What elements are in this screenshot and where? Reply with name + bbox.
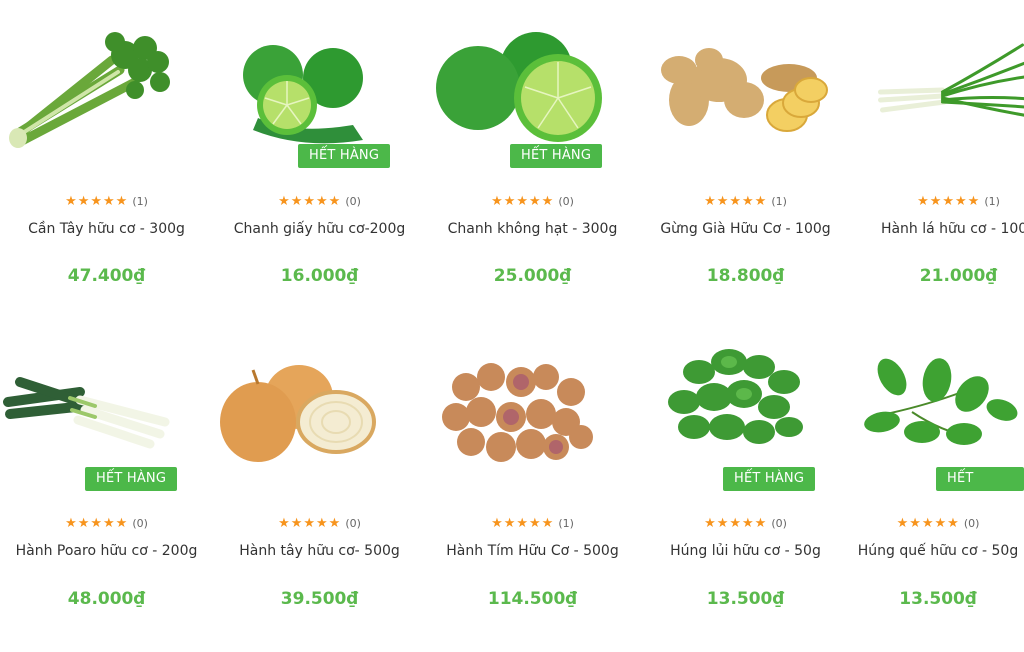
product-price: 25.000₫ — [493, 266, 572, 286]
lime-image[interactable]: HẾT HÀNG — [213, 0, 426, 180]
star-rating-icon: ★★★★★ — [278, 194, 342, 209]
review-count: (0) — [132, 517, 148, 530]
product-card[interactable]: HẾT HÀNG ★★★★★ (0) Chanh không hạt - 300g… — [426, 0, 639, 322]
product-card[interactable]: HẾT HÀNG ★★★★★ (0) Húng quế hữu cơ - 50g … — [852, 322, 1024, 644]
product-card[interactable]: HẾT HÀNG ★★★★★ (0) Chanh giấy hữu cơ-200g… — [213, 0, 426, 322]
product-name[interactable]: Hành lá hữu cơ - 100g — [862, 220, 1024, 238]
product-price: 13.500₫ — [899, 589, 977, 609]
star-rating-icon: ★★★★★ — [65, 194, 129, 209]
product-card[interactable]: ★★★★★ (0) Hành tây hữu cơ- 500g 39.500₫ — [213, 322, 426, 644]
review-count: (0) — [963, 517, 980, 530]
rating: ★★★★★ (1) — [0, 194, 213, 209]
product-card[interactable]: HẾT HÀNG ★★★★★ (0) Hành Poaro hữu cơ - 20… — [0, 322, 213, 644]
celery-image[interactable] — [0, 0, 213, 180]
review-count: (0) — [771, 517, 787, 530]
sold-out-badge: HẾT HÀNG — [298, 144, 391, 168]
star-rating-icon: ★★★★★ — [491, 516, 555, 531]
product-price: 13.500₫ — [706, 589, 785, 609]
product-card[interactable]: ★★★★★ (1) Hành Tím Hữu Cơ - 500g 114.500₫ — [426, 322, 639, 644]
rating: ★★★★★ (1) — [852, 194, 1024, 209]
product-name[interactable]: Hành Poaro hữu cơ - 200g — [10, 542, 203, 560]
product-card[interactable]: ★★★★★ (1) Hành lá hữu cơ - 100g 21.000₫ — [852, 0, 1024, 322]
mint-image[interactable]: HẾT HÀNG — [639, 322, 852, 502]
sold-out-badge: HẾT HÀNG — [85, 467, 178, 491]
rating: ★★★★★ (0) — [0, 516, 213, 531]
star-rating-icon: ★★★★★ — [65, 516, 129, 531]
product-name[interactable]: Hành Tím Hữu Cơ - 500g — [436, 542, 629, 560]
rating: ★★★★★ (0) — [639, 516, 852, 531]
star-rating-icon: ★★★★★ — [917, 194, 981, 209]
product-name[interactable]: Chanh giấy hữu cơ-200g — [223, 220, 416, 238]
product-price: 48.000₫ — [67, 589, 146, 609]
onion-image[interactable] — [213, 322, 426, 502]
rating: ★★★★★ (1) — [426, 516, 639, 531]
product-card[interactable]: ★★★★★ (1) Cần Tây hữu cơ - 300g 47.400₫ — [0, 0, 213, 322]
rating: ★★★★★ (1) — [639, 194, 852, 209]
review-count: (1) — [984, 195, 1000, 208]
product-price: 16.000₫ — [280, 266, 359, 286]
review-count: (0) — [345, 517, 361, 530]
product-name[interactable]: Húng quế hữu cơ - 50g — [852, 542, 1024, 560]
product-price: 21.000₫ — [919, 266, 998, 286]
star-rating-icon: ★★★★★ — [704, 516, 768, 531]
product-card[interactable]: ★★★★★ (1) Gừng Già Hữu Cơ - 100g 18.800₫ — [639, 0, 852, 322]
rating: ★★★★★ (0) — [852, 516, 1024, 531]
product-price: 39.500₫ — [280, 589, 359, 609]
rating: ★★★★★ (0) — [213, 194, 426, 209]
review-count: (0) — [558, 195, 574, 208]
product-grid: ★★★★★ (1) Cần Tây hữu cơ - 300g 47.400₫ H… — [0, 0, 1024, 652]
sold-out-badge: HẾT HÀNG — [510, 144, 603, 168]
star-rating-icon: ★★★★★ — [491, 194, 555, 209]
product-name[interactable]: Chanh không hạt - 300g — [436, 220, 629, 238]
scallion-image[interactable] — [852, 0, 1024, 180]
product-card[interactable]: HẾT HÀNG ★★★★★ (0) Húng lủi hữu cơ - 50g … — [639, 322, 852, 644]
shallot-image[interactable] — [426, 322, 639, 502]
product-name[interactable]: Cần Tây hữu cơ - 300g — [10, 220, 203, 238]
star-rating-icon: ★★★★★ — [704, 194, 768, 209]
rating: ★★★★★ (0) — [426, 194, 639, 209]
review-count: (1) — [558, 517, 574, 530]
star-rating-icon: ★★★★★ — [896, 516, 960, 531]
seedless-lime-image[interactable]: HẾT HÀNG — [426, 0, 639, 180]
review-count: (0) — [345, 195, 361, 208]
product-name[interactable]: Hành tây hữu cơ- 500g — [223, 542, 416, 560]
review-count: (1) — [771, 195, 787, 208]
rating: ★★★★★ (0) — [213, 516, 426, 531]
sold-out-badge: HẾT HÀNG — [723, 467, 816, 491]
review-count: (1) — [132, 195, 148, 208]
product-name[interactable]: Gừng Già Hữu Cơ - 100g — [649, 220, 842, 238]
product-price: 18.800₫ — [706, 266, 785, 286]
leek-image[interactable]: HẾT HÀNG — [0, 322, 213, 502]
sold-out-badge: HẾT HÀNG — [936, 467, 1024, 510]
product-price: 114.500₫ — [487, 589, 578, 609]
star-rating-icon: ★★★★★ — [278, 516, 342, 531]
product-price: 47.400₫ — [67, 266, 146, 286]
ginger-image[interactable] — [639, 0, 852, 180]
basil-image[interactable]: HẾT HÀNG — [852, 322, 1024, 510]
product-name[interactable]: Húng lủi hữu cơ - 50g — [649, 542, 842, 560]
